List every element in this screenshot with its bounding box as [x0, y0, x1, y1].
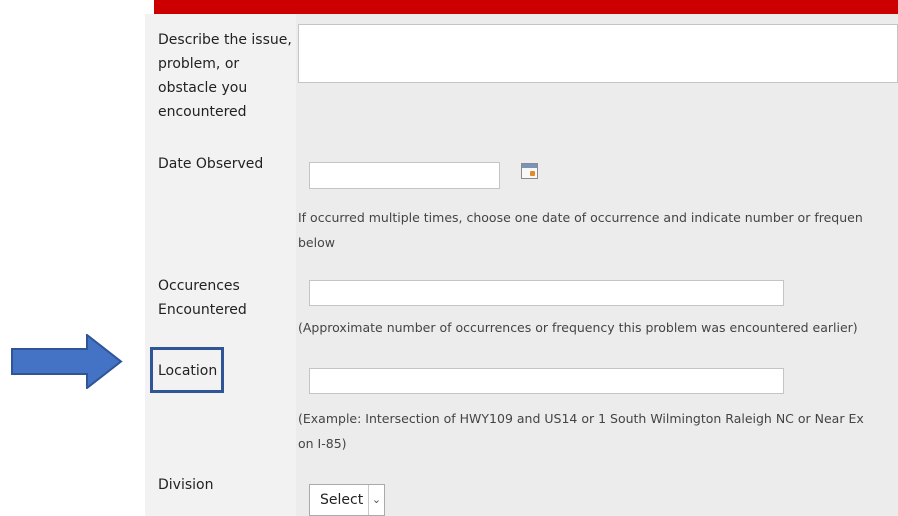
- calendar-icon-header: [522, 164, 537, 168]
- calendar-icon[interactable]: [521, 163, 538, 179]
- division-select[interactable]: Select ⌄: [309, 484, 385, 516]
- calendar-icon-mark: [530, 171, 535, 176]
- occurrences-hint: (Approximate number of occurrences or fr…: [298, 320, 858, 335]
- issue-label: Describe the issue, problem, or obstacle…: [158, 32, 292, 120]
- occurrences-input[interactable]: [309, 280, 784, 306]
- chevron-down-icon[interactable]: ⌄: [368, 485, 384, 515]
- date-observed-hint: If occurred multiple times, choose one d…: [298, 210, 863, 225]
- location-input[interactable]: [309, 368, 784, 394]
- date-observed-hint-cont: below: [298, 235, 335, 250]
- issue-textarea[interactable]: [298, 24, 898, 83]
- location-hint-cont: on I-85): [298, 436, 347, 451]
- location-highlight-box: [150, 347, 224, 393]
- right-arrow-icon: [11, 334, 123, 389]
- occurrences-label: Occurences Encountered: [158, 278, 247, 318]
- date-observed-input[interactable]: [309, 162, 500, 189]
- division-select-value: Select: [320, 492, 364, 508]
- location-hint: (Example: Intersection of HWY109 and US1…: [298, 411, 864, 426]
- division-label: Division: [158, 477, 214, 493]
- field-column: [296, 14, 898, 516]
- date-observed-label: Date Observed: [158, 156, 264, 172]
- header-bar: [154, 0, 898, 14]
